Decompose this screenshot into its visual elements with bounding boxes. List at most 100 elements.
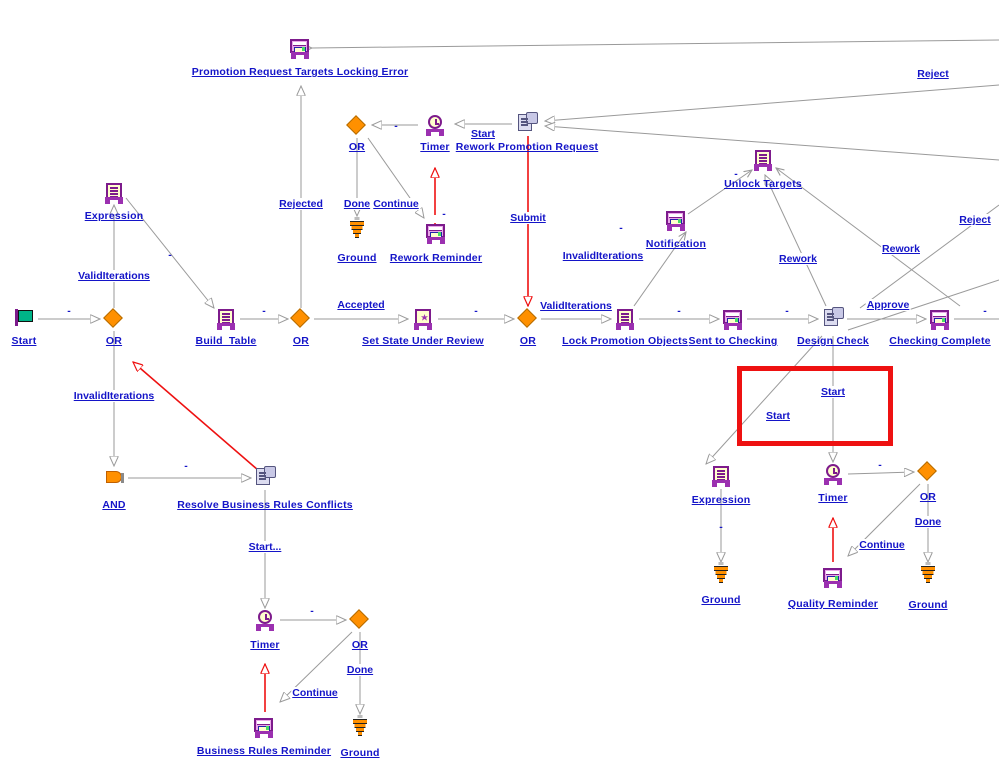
node-or-main-1[interactable] xyxy=(103,308,125,329)
or-gate-icon xyxy=(346,115,368,136)
node-label[interactable]: AND xyxy=(102,499,125,511)
node-label[interactable]: OR xyxy=(106,335,122,347)
node-label[interactable]: Timer xyxy=(420,141,449,153)
node-quality-reminder[interactable] xyxy=(822,567,844,588)
node-ground-business[interactable] xyxy=(349,715,371,737)
edge-label-invaliditerations-left[interactable]: InvalidIterations xyxy=(72,390,156,402)
node-label[interactable]: Checking Complete xyxy=(889,335,990,347)
edge-label-reject-top[interactable]: Reject xyxy=(916,68,950,80)
edge-label-reject-right[interactable]: Reject xyxy=(958,214,992,226)
highlight-box xyxy=(737,366,893,446)
edge-label-submit[interactable]: Submit xyxy=(509,212,547,224)
edge-label-invaliditerations-mid[interactable]: InvalidIterations xyxy=(561,250,645,262)
node-checking-complete[interactable] xyxy=(929,309,951,330)
reminder-icon xyxy=(425,223,447,244)
node-or-main-2[interactable] xyxy=(290,308,312,329)
node-promotion-request-targets-locking-error[interactable] xyxy=(289,38,311,59)
node-label[interactable]: Notification xyxy=(646,238,706,250)
edge-dash-mark: - xyxy=(878,459,882,471)
node-label[interactable]: Business Rules Reminder xyxy=(197,745,331,757)
node-set-state-under-review[interactable] xyxy=(412,309,434,330)
edge-dash-mark: - xyxy=(734,168,738,180)
timer-icon xyxy=(424,115,446,136)
node-label[interactable]: Design Check xyxy=(797,335,869,347)
node-label[interactable]: Quality Reminder xyxy=(788,598,878,610)
edge-label-start-quality-2[interactable]: Start xyxy=(765,410,791,422)
node-label[interactable]: Ground xyxy=(340,747,379,759)
document-icon xyxy=(103,183,125,204)
edge-label-validiterations-mid[interactable]: ValidIterations xyxy=(539,300,613,312)
node-label[interactable]: Rework Reminder xyxy=(390,252,482,264)
node-label[interactable]: Ground xyxy=(701,594,740,606)
node-notification[interactable] xyxy=(665,210,687,231)
edge-label-accepted[interactable]: Accepted xyxy=(336,299,386,311)
reminder-icon xyxy=(253,717,275,738)
reminder-icon xyxy=(665,210,687,231)
node-label[interactable]: Timer xyxy=(818,492,847,504)
edge-label-done-quality[interactable]: Done xyxy=(913,516,943,528)
node-timer-quality[interactable] xyxy=(822,464,844,485)
node-or-rework[interactable] xyxy=(346,115,368,136)
and-gate-icon xyxy=(103,468,125,488)
edge-label-continue-business[interactable]: Continue xyxy=(291,687,339,699)
edge-label-rejected[interactable]: Rejected xyxy=(278,198,324,210)
edge-label-rework-mid[interactable]: Rework xyxy=(778,253,818,265)
edge-label-rework-right[interactable]: Rework xyxy=(881,243,921,255)
node-and-gate[interactable] xyxy=(103,468,125,488)
node-label[interactable]: OR xyxy=(520,335,536,347)
node-label[interactable]: OR xyxy=(349,141,365,153)
node-rework-promotion-request[interactable] xyxy=(516,112,538,134)
node-label[interactable]: Ground xyxy=(908,599,947,611)
node-label[interactable]: Lock Promotion Objects xyxy=(562,335,688,347)
node-lock-promotion-objects[interactable] xyxy=(614,309,636,330)
edge-label-start-quality-1[interactable]: Start xyxy=(820,386,846,398)
node-expression-right[interactable] xyxy=(710,466,732,487)
node-label[interactable]: Start xyxy=(12,335,37,347)
node-timer-business[interactable] xyxy=(254,610,276,631)
node-ground-expression[interactable] xyxy=(710,562,732,584)
node-label[interactable]: Set State Under Review xyxy=(362,335,484,347)
document-icon xyxy=(614,309,636,330)
node-sent-to-checking[interactable] xyxy=(722,309,744,330)
node-label[interactable]: OR xyxy=(920,491,936,503)
node-label[interactable]: Build_Table xyxy=(196,335,257,347)
node-ground-quality[interactable] xyxy=(917,562,939,584)
node-unlock-targets[interactable] xyxy=(752,150,774,171)
node-start[interactable] xyxy=(13,309,35,329)
node-label[interactable]: Resolve Business Rules Conflicts xyxy=(177,499,353,511)
task-icon xyxy=(254,466,276,488)
node-label[interactable]: Sent to Checking xyxy=(689,335,778,347)
node-business-rules-reminder[interactable] xyxy=(253,717,275,738)
node-rework-reminder[interactable] xyxy=(425,223,447,244)
node-or-main-3[interactable] xyxy=(517,308,539,329)
node-label[interactable]: Timer xyxy=(250,639,279,651)
node-label[interactable]: OR xyxy=(352,639,368,651)
edge-label-start-business[interactable]: Start... xyxy=(247,541,283,553)
edge-label-start-rework[interactable]: Start xyxy=(470,128,496,140)
edge-label-continue-rework[interactable]: Continue xyxy=(372,198,420,210)
node-or-quality[interactable] xyxy=(917,461,939,482)
edge-label-continue-quality[interactable]: Continue xyxy=(858,539,906,551)
edge-dash-mark: - xyxy=(474,305,478,317)
edge-label-done-rework[interactable]: Done xyxy=(342,198,372,210)
node-ground-rework[interactable] xyxy=(346,217,368,239)
node-label[interactable]: Promotion Request Targets Locking Error xyxy=(192,66,408,78)
node-expression-left[interactable] xyxy=(103,183,125,204)
node-label[interactable]: Expression xyxy=(85,210,144,222)
edge-label-validiterations-left[interactable]: ValidIterations xyxy=(77,270,151,282)
node-label[interactable]: Expression xyxy=(692,494,751,506)
node-timer-rework[interactable] xyxy=(424,115,446,136)
workflow-diagram-canvas: Promotion Request Targets Locking Error … xyxy=(0,0,999,773)
node-design-check[interactable] xyxy=(822,307,844,329)
node-label[interactable]: OR xyxy=(293,335,309,347)
node-resolve-business-rules-conflicts[interactable] xyxy=(254,466,276,488)
edge-dash-mark: - xyxy=(677,305,681,317)
node-build-table[interactable] xyxy=(215,309,237,330)
timer-icon xyxy=(822,464,844,485)
edge-label-done-business[interactable]: Done xyxy=(345,664,375,676)
state-icon xyxy=(412,309,434,330)
edge-label-approve[interactable]: Approve xyxy=(865,299,911,311)
node-label[interactable]: Ground xyxy=(337,252,376,264)
node-or-business[interactable] xyxy=(349,609,371,630)
node-label[interactable]: Rework Promotion Request xyxy=(456,141,598,153)
